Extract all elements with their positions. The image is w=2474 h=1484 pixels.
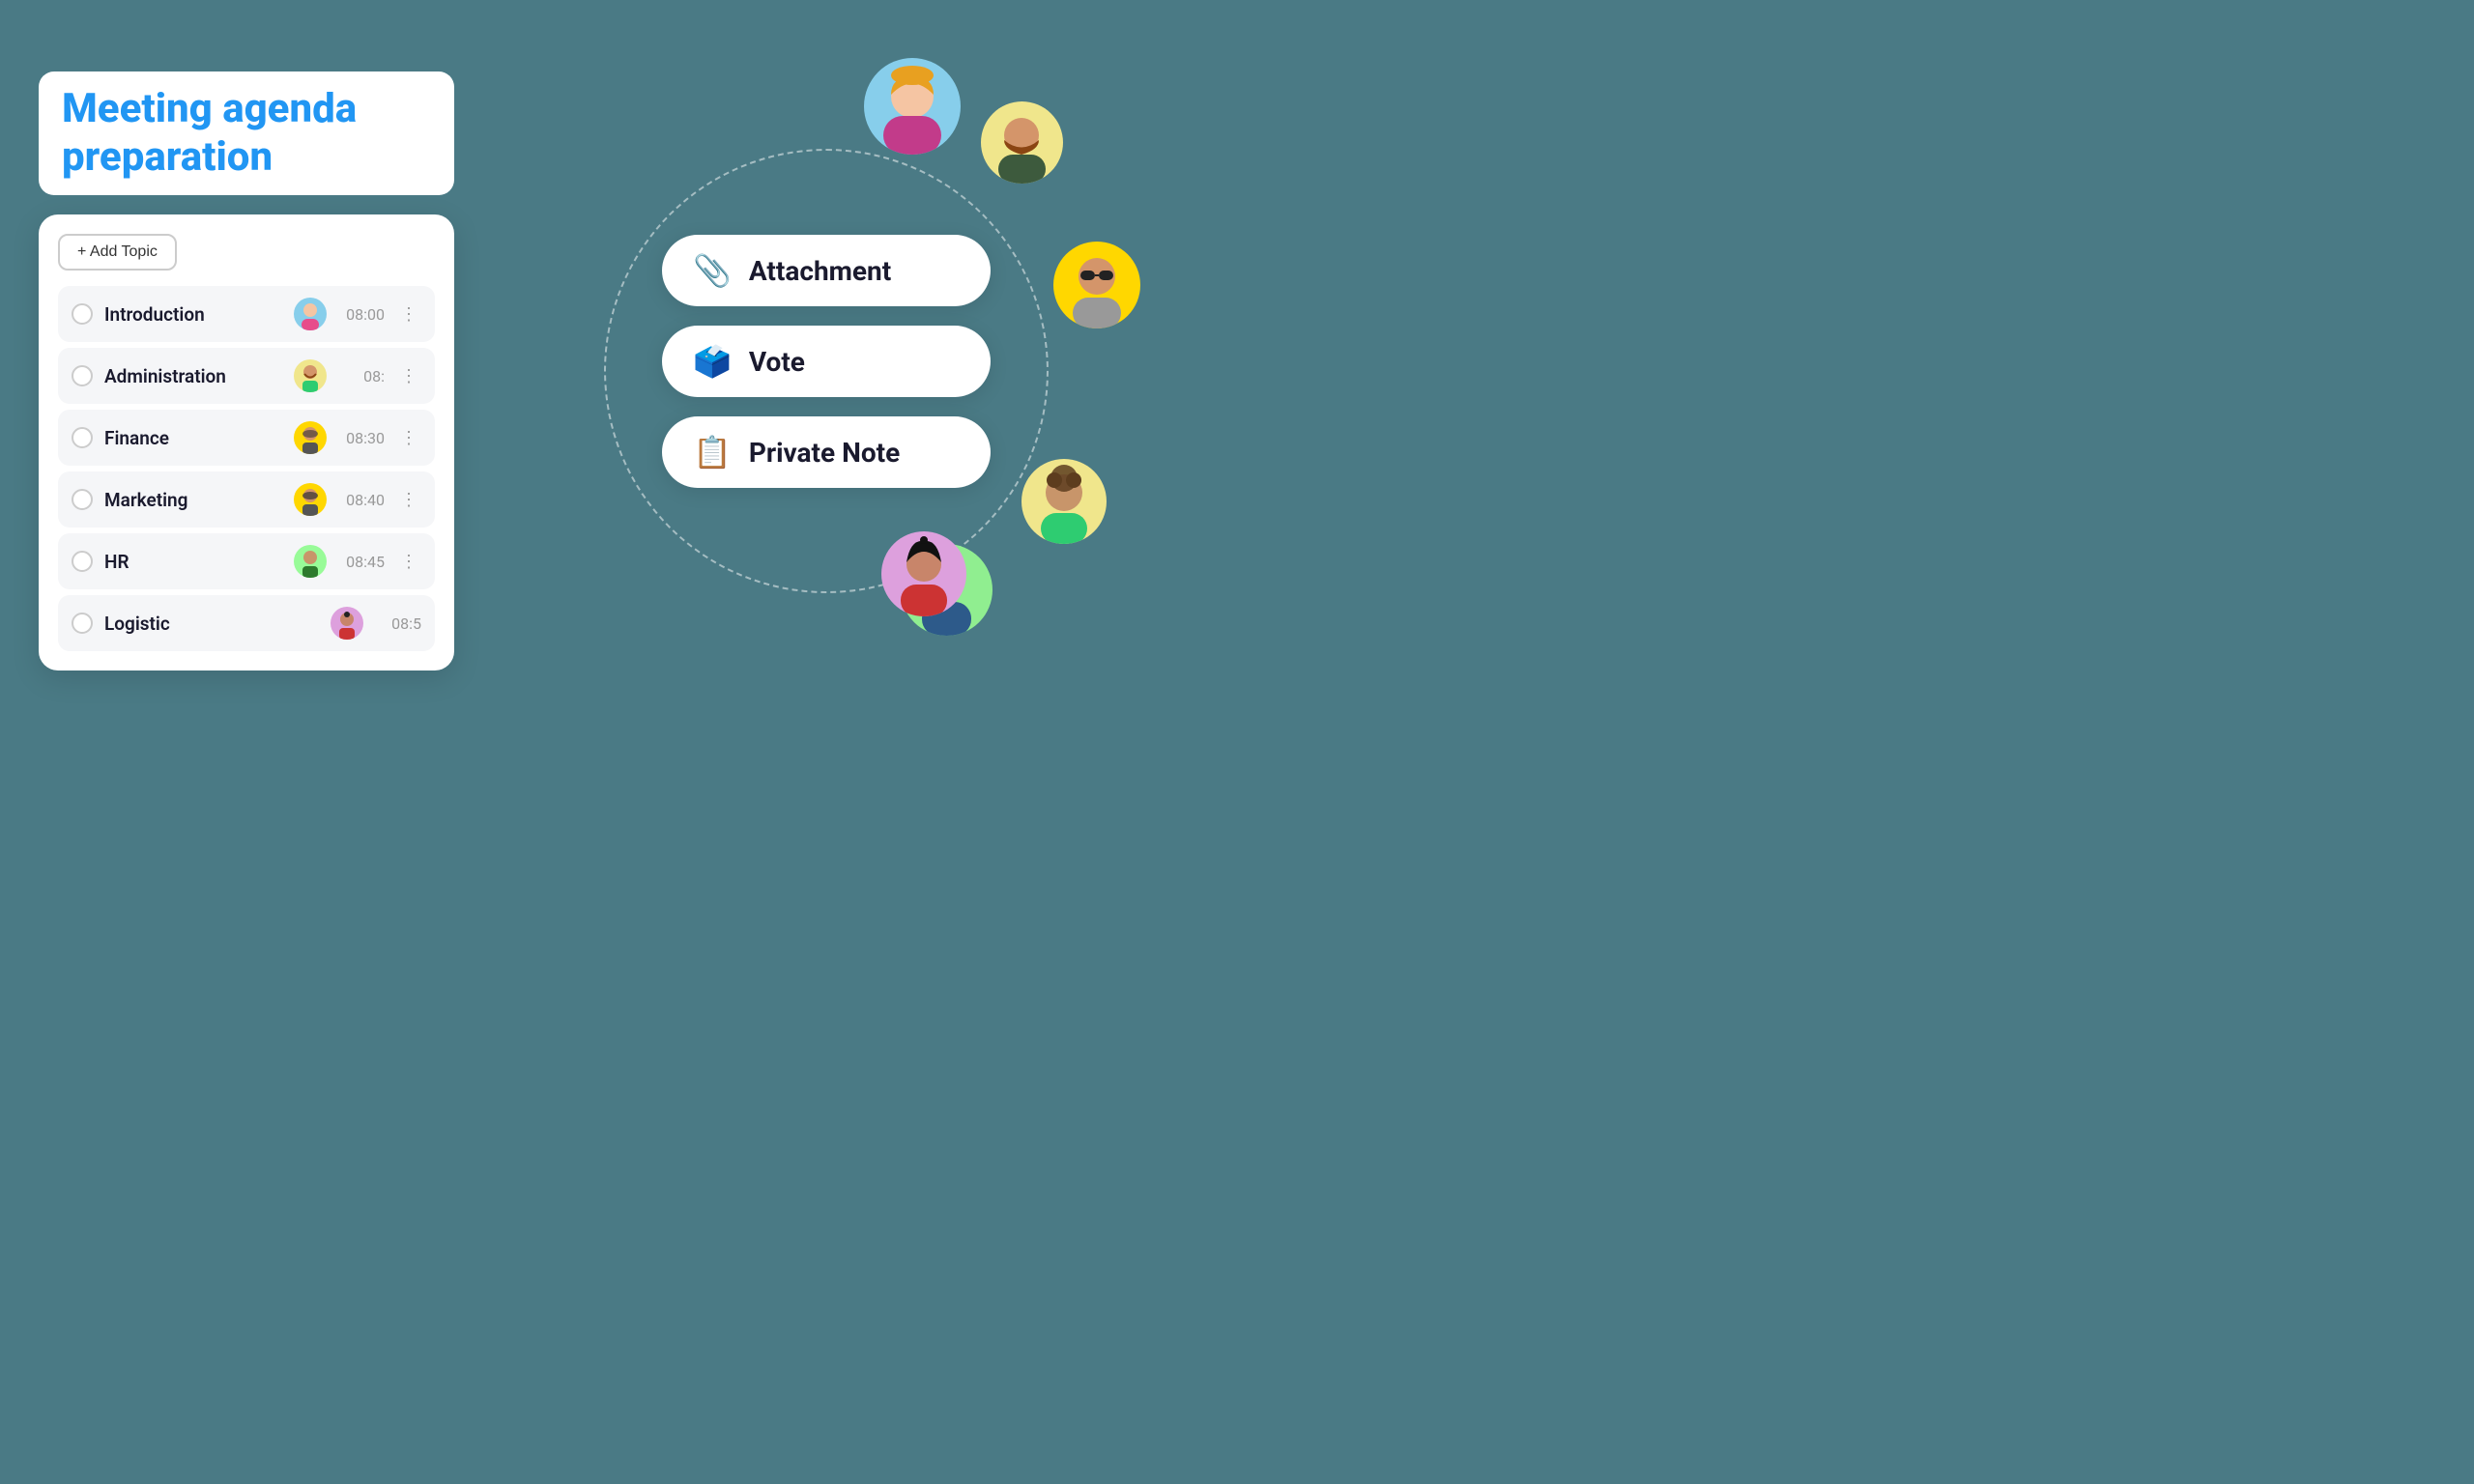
private-note-card[interactable]: 📋 Private Note bbox=[662, 416, 991, 488]
attachment-card[interactable]: 📎 Attachment bbox=[662, 235, 991, 306]
avatar bbox=[294, 359, 327, 392]
time-label: 08:40 bbox=[338, 491, 385, 509]
avatar-sunglasses bbox=[1053, 242, 1140, 328]
left-panel: Meeting agenda preparation + Add Topic I… bbox=[39, 71, 454, 671]
topic-name: HR bbox=[104, 551, 282, 573]
more-options[interactable]: ⋮ bbox=[396, 366, 421, 386]
time-label: 08: bbox=[338, 367, 385, 385]
avatar bbox=[294, 298, 327, 330]
avatar bbox=[294, 421, 327, 454]
avatar-dark-hair-woman bbox=[881, 531, 966, 616]
agenda-item: Logistic 08:5 bbox=[58, 595, 435, 651]
agenda-item: Finance 08:30 ⋮ bbox=[58, 410, 435, 466]
page-title: Meeting agenda preparation bbox=[39, 71, 454, 196]
avatar bbox=[294, 483, 327, 516]
agenda-item: Administration 08: ⋮ bbox=[58, 348, 435, 404]
topic-name: Finance bbox=[104, 427, 282, 449]
more-options[interactable]: ⋮ bbox=[396, 490, 421, 510]
attachment-label: Attachment bbox=[749, 255, 891, 287]
avatar-bearded-man bbox=[981, 101, 1063, 184]
more-options[interactable]: ⋮ bbox=[396, 304, 421, 325]
note-icon: 📋 bbox=[693, 434, 732, 471]
private-note-label: Private Note bbox=[749, 437, 900, 469]
agenda-item: Marketing 08:40 ⋮ bbox=[58, 471, 435, 528]
radio-button[interactable] bbox=[72, 303, 93, 325]
add-topic-button[interactable]: + Add Topic bbox=[58, 234, 177, 271]
agenda-item: Introduction 08:00 ⋮ bbox=[58, 286, 435, 342]
radio-button[interactable] bbox=[72, 427, 93, 448]
time-label: 08:45 bbox=[338, 553, 385, 571]
time-label: 08:00 bbox=[338, 305, 385, 324]
vote-label: Vote bbox=[749, 346, 805, 378]
agenda-list: Introduction 08:00 ⋮ Administration 08: … bbox=[58, 286, 435, 651]
avatar bbox=[294, 545, 327, 578]
right-area: 📎 Attachment 🗳️ Vote 📋 Private Note bbox=[454, 29, 1198, 713]
vote-card[interactable]: 🗳️ Vote bbox=[662, 326, 991, 397]
topic-name: Introduction bbox=[104, 303, 282, 326]
radio-button[interactable] bbox=[72, 489, 93, 510]
radio-button[interactable] bbox=[72, 613, 93, 634]
attachment-icon: 📎 bbox=[693, 252, 732, 289]
agenda-card: + Add Topic Introduction 08:00 ⋮ Adminis… bbox=[39, 214, 454, 671]
main-wrapper: Meeting agenda preparation + Add Topic I… bbox=[0, 0, 1237, 742]
vote-icon: 🗳️ bbox=[693, 343, 732, 380]
avatar-curly-hair bbox=[1021, 459, 1107, 544]
topic-name: Logistic bbox=[104, 613, 319, 635]
more-options[interactable]: ⋮ bbox=[396, 428, 421, 448]
radio-button[interactable] bbox=[72, 365, 93, 386]
topic-name: Marketing bbox=[104, 489, 282, 511]
topic-name: Administration bbox=[104, 365, 282, 387]
time-label: 08:5 bbox=[375, 614, 421, 633]
radio-button[interactable] bbox=[72, 551, 93, 572]
agenda-item: HR 08:45 ⋮ bbox=[58, 533, 435, 589]
avatar bbox=[331, 607, 363, 640]
avatar-blonde-woman bbox=[864, 58, 961, 155]
action-cards: 📎 Attachment 🗳️ Vote 📋 Private Note bbox=[662, 235, 991, 507]
more-options[interactable]: ⋮ bbox=[396, 552, 421, 572]
time-label: 08:30 bbox=[338, 429, 385, 447]
